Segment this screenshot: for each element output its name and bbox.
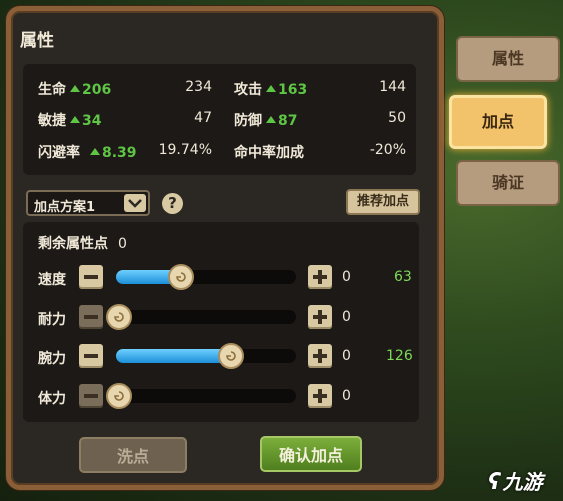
allocated-points: 0 <box>342 388 351 404</box>
stat-attack: 攻击 163 <box>234 82 308 98</box>
slider-knob[interactable] <box>168 264 194 290</box>
attr-label: 腕力 <box>38 351 66 367</box>
increase-button[interactable] <box>308 265 332 289</box>
up-arrow-icon <box>90 148 100 155</box>
stat-hp-value: 234 <box>185 79 212 95</box>
slider-knob[interactable] <box>106 383 132 409</box>
help-icon[interactable]: ? <box>162 193 183 214</box>
slider-knob[interactable] <box>106 304 132 330</box>
minus-icon <box>84 275 98 279</box>
allocated-points: 0 <box>342 309 351 325</box>
tab-mount-license[interactable]: 骑证 <box>456 160 560 206</box>
watermark-logo: ʕ 九游 <box>488 470 543 495</box>
slider-knob[interactable] <box>218 343 244 369</box>
stat-agility-value: 47 <box>194 110 212 126</box>
stat-attack-value: 144 <box>379 79 406 95</box>
logo-icon: ʕ <box>488 470 501 495</box>
stat-dodge-value: 19.74% <box>158 142 212 158</box>
allocated-points: 0 <box>342 348 351 364</box>
decrease-button[interactable] <box>79 265 103 289</box>
allocated-points: 0 <box>342 269 351 285</box>
attr-slider[interactable] <box>106 304 296 330</box>
stat-hit-bonus: 命中率加成 <box>234 145 304 161</box>
decrease-button[interactable] <box>79 305 103 329</box>
up-arrow-icon <box>266 116 276 123</box>
attr-total: 63 <box>394 269 412 285</box>
stat-agility: 敏捷 34 <box>38 113 102 129</box>
up-arrow-icon <box>266 85 276 92</box>
confirm-allocation-button[interactable]: 确认加点 <box>260 436 362 472</box>
stat-defense-value: 50 <box>388 110 406 126</box>
remaining-points: 剩余属性点 0 <box>38 236 127 252</box>
minus-icon <box>84 315 98 319</box>
minus-icon <box>84 394 98 398</box>
recommend-button[interactable]: 推荐加点 <box>346 189 420 215</box>
attr-slider[interactable] <box>116 343 296 369</box>
stat-dodge: 闪避率 8.39 <box>38 145 137 161</box>
increase-button[interactable] <box>308 384 332 408</box>
attr-label: 耐力 <box>38 312 66 328</box>
attr-slider[interactable] <box>106 383 296 409</box>
reset-points-button[interactable]: 洗点 <box>79 437 187 473</box>
scheme-dropdown[interactable]: 加点方案1 <box>26 190 150 216</box>
decrease-button[interactable] <box>79 384 103 408</box>
attr-total: 126 <box>386 348 413 364</box>
increase-button[interactable] <box>308 305 332 329</box>
increase-button[interactable] <box>308 344 332 368</box>
chevron-down-icon[interactable] <box>124 194 146 212</box>
stat-hp: 生命 206 <box>38 82 112 98</box>
panel-title: 属性 <box>20 31 54 51</box>
scheme-selected: 加点方案1 <box>34 200 96 215</box>
attr-label: 速度 <box>38 272 66 288</box>
stat-hit-bonus-value: -20% <box>369 142 406 158</box>
attr-slider[interactable] <box>116 264 296 290</box>
up-arrow-icon <box>70 116 80 123</box>
decrease-button[interactable] <box>79 344 103 368</box>
stat-defense: 防御 87 <box>234 113 298 129</box>
attr-label: 体力 <box>38 391 66 407</box>
tab-attributes[interactable]: 属性 <box>456 36 560 82</box>
minus-icon <box>84 354 98 358</box>
tab-allocate[interactable]: 加点 <box>449 95 547 149</box>
up-arrow-icon <box>70 85 80 92</box>
